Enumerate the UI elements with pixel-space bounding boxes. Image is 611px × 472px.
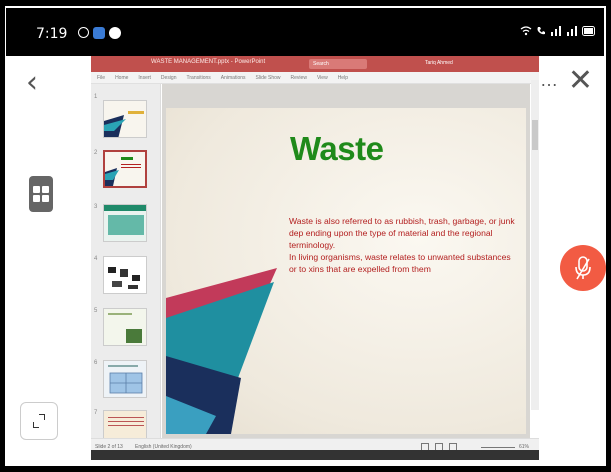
slide-thumbnail-selected[interactable]: [103, 150, 147, 188]
thumb-number: 6: [94, 360, 98, 366]
close-icon[interactable]: ✕: [568, 66, 593, 96]
slide-thumbnail[interactable]: [103, 308, 147, 346]
app-notification-icon-2: [109, 27, 121, 39]
ppt-search-box[interactable]: Search: [309, 59, 367, 69]
ribbon-tab[interactable]: Transitions: [187, 75, 211, 81]
slide-thumbnail[interactable]: [103, 100, 147, 138]
whatsapp-icon: [78, 27, 89, 38]
ribbon-tab[interactable]: Home: [115, 75, 128, 81]
ppt-ribbon-tabs: File Home Insert Design Transitions Anim…: [91, 72, 539, 84]
ppt-user-name[interactable]: Tariq Ahmed: [425, 60, 453, 66]
ribbon-tab[interactable]: Design: [161, 75, 177, 81]
thumb-number: 4: [94, 256, 98, 262]
more-icon[interactable]: …: [540, 70, 559, 91]
status-time: 7:19: [36, 26, 68, 42]
thumb-number: 7: [94, 410, 98, 416]
slide-title: Waste: [290, 130, 384, 167]
back-arrow-icon[interactable]: ‹: [26, 68, 38, 98]
slide-editor-canvas: Waste Waste is also referred to as rubbi…: [162, 84, 530, 438]
slide-thumbnail[interactable]: [103, 256, 147, 294]
ribbon-tab[interactable]: Slide Show: [256, 75, 281, 81]
slide-thumbnail[interactable]: [103, 410, 147, 438]
thumb-number: 2: [94, 150, 98, 156]
zoom-slider[interactable]: [481, 447, 515, 448]
signal-icon-2: [567, 26, 577, 36]
expand-icon[interactable]: [20, 402, 58, 440]
thumb-number: 5: [94, 308, 98, 314]
thumb-number: 3: [94, 204, 98, 210]
wifi-icon: [520, 26, 532, 36]
app-notification-icon: [93, 27, 105, 39]
status-right-icons: [520, 26, 596, 36]
thumb-number: 1: [94, 94, 98, 100]
slide-paragraph-1: Waste is also referred to as rubbish, tr…: [289, 216, 515, 250]
status-bar: 7:19: [6, 8, 604, 56]
powerpoint-window: WASTE MANAGEMENT.pptx - PowerPoint Searc…: [91, 56, 539, 456]
taskbar-strip: [91, 450, 539, 460]
ribbon-tab[interactable]: Animations: [221, 75, 246, 81]
slide-thumbnail-pane: 1 2 3 4 5 6 7: [91, 84, 161, 438]
ribbon-tab[interactable]: View: [317, 75, 328, 81]
ribbon-tab[interactable]: Insert: [138, 75, 151, 81]
vertical-scrollbar[interactable]: [531, 80, 539, 410]
signal-icon: [551, 26, 561, 36]
ribbon-tab[interactable]: Review: [291, 75, 307, 81]
ppt-title-bar: WASTE MANAGEMENT.pptx - PowerPoint Searc…: [91, 56, 539, 72]
ribbon-tab[interactable]: Help: [338, 75, 348, 81]
call-icon: [537, 27, 545, 35]
ribbon-tab[interactable]: File: [97, 75, 105, 81]
ppt-window-title: WASTE MANAGEMENT.pptx - PowerPoint: [151, 59, 266, 65]
mic-off-icon: [575, 256, 591, 280]
grid-icon[interactable]: [29, 176, 53, 212]
slide-thumbnail[interactable]: [103, 360, 147, 398]
current-slide[interactable]: Waste Waste is also referred to as rubbi…: [166, 108, 526, 434]
slide-thumbnail[interactable]: [103, 204, 147, 242]
mic-off-button[interactable]: [560, 245, 606, 291]
slide-paragraph-2: In living organisms, waste relates to un…: [289, 252, 511, 274]
battery-icon: [582, 26, 595, 36]
